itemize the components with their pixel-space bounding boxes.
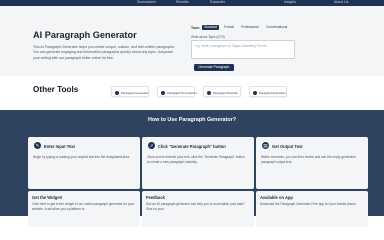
feature-title: Available on App xyxy=(260,195,293,200)
page-title: AI Paragraph Generator xyxy=(33,30,137,40)
nav-insights-link[interactable]: Insights xyxy=(284,0,296,4)
step-description: Begin by typing or pasting your original… xyxy=(33,155,130,159)
paragraph-icon xyxy=(115,90,119,95)
tool-card-paragraph-generator[interactable]: Paragraph Generator xyxy=(111,86,149,97)
output-icon: ▤ xyxy=(262,142,269,149)
step-title: Get Output Text xyxy=(272,143,303,149)
app-card[interactable]: Available on App Download the Paragraph … xyxy=(256,191,368,227)
expand-icon xyxy=(253,90,257,95)
tone-option-professional[interactable]: Professional xyxy=(239,25,261,30)
how-to-heading: How to Use Paragraph Generator? xyxy=(147,117,237,123)
nav-about-link[interactable]: About Us xyxy=(334,0,348,4)
topic-label: Write about Topic (0/70) xyxy=(191,34,225,39)
generate-paragraph-button[interactable]: Generate Paragraph xyxy=(194,64,234,71)
summarize-icon xyxy=(161,90,165,95)
feature-description: Click here to get a free widget of our o… xyxy=(32,202,135,211)
step-card-enter-input: ✎ Enter Input Text Begin by typing or pa… xyxy=(28,137,140,189)
feature-description: Did our AI paragraph generator tool help… xyxy=(146,202,245,211)
rewrite-icon xyxy=(207,90,211,95)
hero-section: AI Paragraph Generator This AI Paragraph… xyxy=(0,6,384,76)
tool-card-label: Paragraph Rewriter xyxy=(213,90,239,95)
nav-expander-link[interactable]: Expander xyxy=(210,0,225,4)
nav-summarizer-link[interactable]: Summarizer xyxy=(137,0,156,4)
tone-option-conversational[interactable]: Conversational xyxy=(264,25,289,30)
cursor-click-icon: ➚ xyxy=(148,142,155,149)
step-description: Once you've entered your text, click the… xyxy=(147,155,245,165)
tool-card-label: Paragraph Expander xyxy=(259,90,286,95)
feature-title: Get the Widget! xyxy=(32,195,63,200)
step-title: Enter Input Text xyxy=(44,143,75,149)
widget-card[interactable]: Get the Widget! Click here to get a free… xyxy=(28,191,140,227)
step-card-get-output: ▤ Get Output Text Within moments, you ca… xyxy=(256,137,368,189)
other-tools-heading: Other Tools xyxy=(33,85,79,94)
other-tools-section: Other Tools Paragraph Generator Paragrap… xyxy=(0,76,384,110)
nav-rewriter-link[interactable]: Rewriter xyxy=(176,0,189,4)
tool-card-paragraph-rewriter[interactable]: Paragraph Rewriter xyxy=(203,86,241,97)
how-to-section: How to Use Paragraph Generator? ✎ Enter … xyxy=(0,110,384,227)
tool-card-paragraph-summarizer[interactable]: Paragraph Summarizer xyxy=(157,86,197,97)
tone-option-standard[interactable]: Standard xyxy=(202,24,219,30)
step-card-click-generate: ➚ Click "Generate Paragraph" button Once… xyxy=(142,137,254,189)
tool-card-label: Paragraph Generator xyxy=(121,90,149,95)
step-description: Within moments, you can then review and … xyxy=(261,155,356,165)
tone-label: Tone: xyxy=(191,26,200,30)
tone-option-formal[interactable]: Formal xyxy=(222,25,236,30)
topic-input[interactable] xyxy=(191,40,295,59)
tool-card-paragraph-expander[interactable]: Paragraph Expander xyxy=(249,86,287,97)
feature-description: Download the Paragraph Generator Free ap… xyxy=(260,202,357,206)
edit-icon: ✎ xyxy=(34,142,41,149)
page-description: This AI Paragraph Generator helps you cr… xyxy=(33,45,176,60)
feature-title: Feedback xyxy=(146,195,165,200)
feedback-card[interactable]: Feedback Did our AI paragraph generator … xyxy=(142,191,254,227)
tool-card-label: Paragraph Summarizer xyxy=(167,90,197,95)
step-title: Click "Generate Paragraph" button xyxy=(158,143,226,149)
